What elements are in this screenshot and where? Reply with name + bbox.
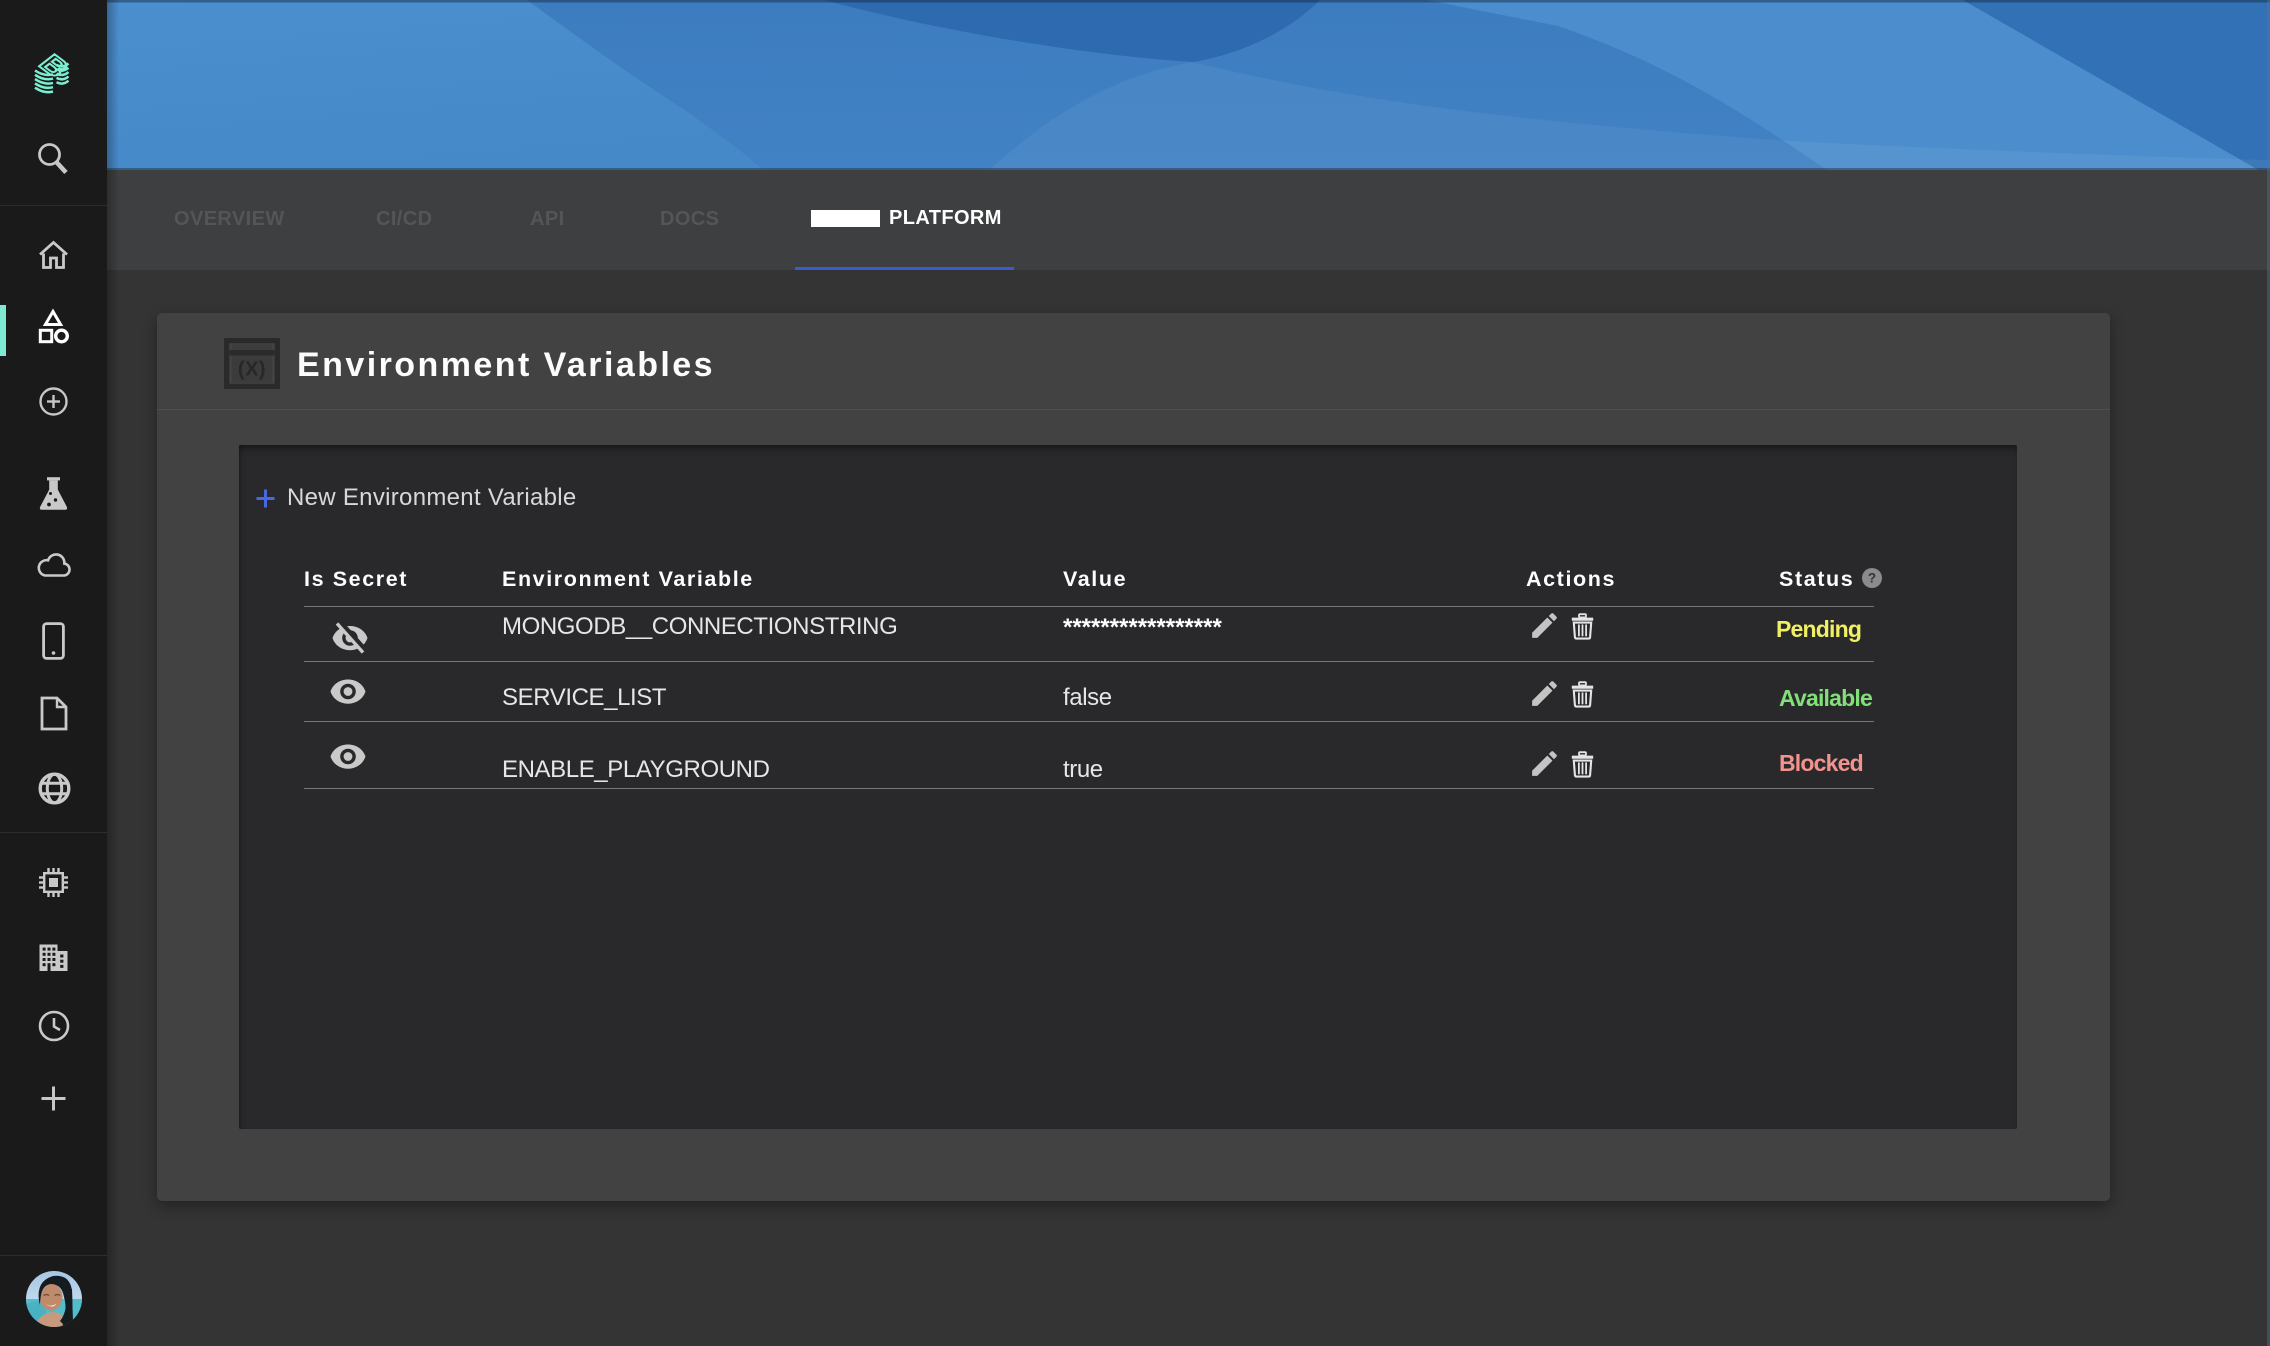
svg-text:?: ? [1868, 571, 1876, 586]
svg-text:(X): (X) [238, 359, 266, 381]
